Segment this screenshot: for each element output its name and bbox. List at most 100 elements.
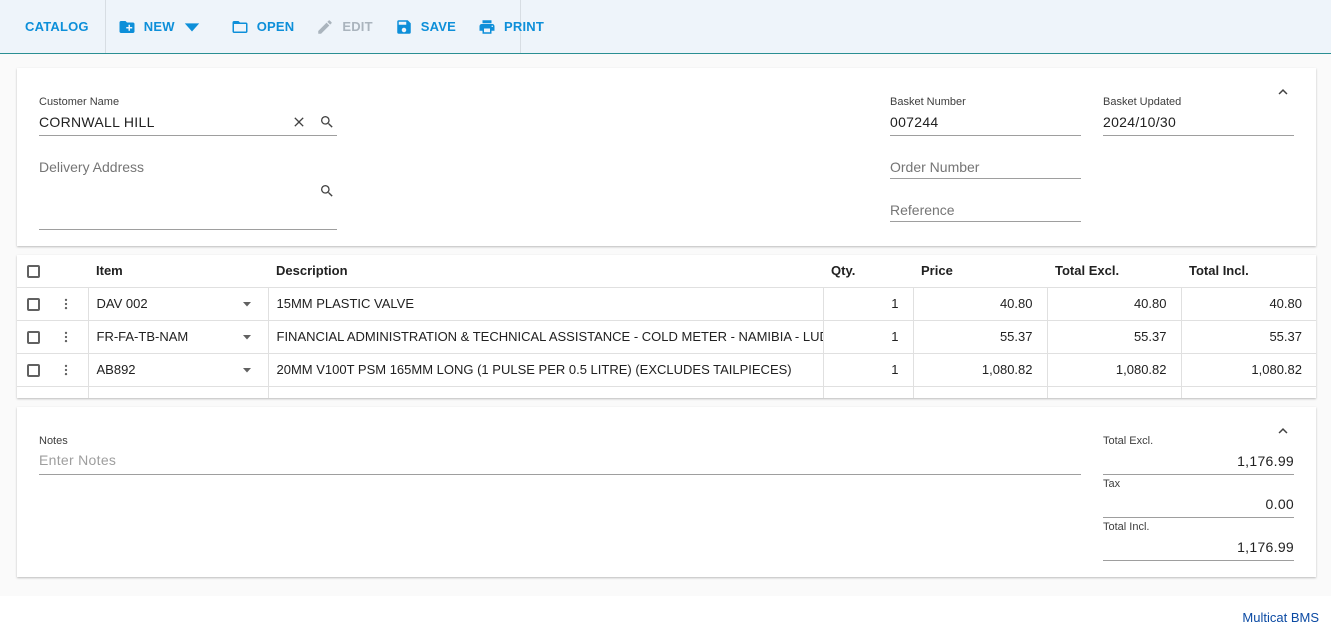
qty-header[interactable]: Qty. — [823, 255, 913, 288]
order-number-label: Order Number — [890, 159, 980, 175]
basket-updated-label: Basket Updated — [1103, 96, 1182, 108]
reference-field[interactable]: Reference — [890, 202, 1081, 222]
item-cell[interactable]: DAV 002 — [88, 287, 269, 321]
clear-icon[interactable] — [291, 114, 307, 130]
tax-underline — [1103, 517, 1294, 518]
total-incl-header[interactable]: Total Incl. — [1181, 255, 1316, 288]
chevron-up-icon[interactable] — [1274, 83, 1292, 101]
brand-label[interactable]: Multicat BMS — [1242, 610, 1319, 625]
row-menu-cell — [51, 353, 89, 387]
item-header[interactable]: Item — [88, 255, 268, 288]
dropdown-arrow-icon[interactable] — [242, 365, 252, 375]
print-button[interactable]: PRINT — [478, 18, 544, 36]
qty-cell[interactable]: 1 — [823, 353, 914, 387]
open-button[interactable]: OPEN — [231, 18, 295, 36]
save-icon — [397, 19, 411, 34]
price-cell[interactable]: 40.80 — [913, 287, 1048, 321]
search-icon[interactable] — [319, 114, 335, 130]
select-all-cell — [17, 255, 51, 288]
partial-cell — [1047, 386, 1182, 398]
delivery-address-label: Delivery Address — [39, 159, 145, 175]
total-incl-cell: 1,080.82 — [1181, 353, 1316, 387]
basket-number-underline — [890, 135, 1081, 136]
table-row[interactable]: FR-FA-TB-NAM FINANCIAL ADMINISTRATION & … — [17, 320, 1316, 354]
basket-updated-field[interactable]: Basket Updated 2024/10/30 — [1103, 96, 1294, 136]
row-select-cell — [17, 287, 51, 321]
table-row-partial — [17, 386, 1316, 398]
total-excl-header[interactable]: Total Excl. — [1047, 255, 1181, 288]
notes-underline — [39, 474, 1081, 475]
total-incl-cell: 55.37 — [1181, 320, 1316, 354]
more-vert-icon[interactable] — [59, 296, 73, 312]
item-cell[interactable]: AB892 — [88, 353, 269, 387]
notes-field[interactable]: Notes Enter Notes — [39, 435, 1081, 475]
basket-updated-value[interactable]: 2024/10/30 — [1103, 114, 1294, 130]
description-cell[interactable]: 15MM PLASTIC VALVE — [268, 287, 824, 321]
row-checkbox[interactable] — [27, 364, 40, 378]
row-menu-cell — [51, 320, 89, 354]
row-checkbox[interactable] — [27, 331, 40, 345]
total-incl-cell: 40.80 — [1181, 287, 1316, 321]
total-excl-field: Total Excl. 1,176.99 — [1103, 435, 1294, 475]
partial-cell — [823, 386, 914, 398]
chevron-down-icon[interactable] — [183, 18, 201, 36]
pencil-icon — [318, 19, 333, 34]
footer: Multicat BMS — [0, 596, 1331, 631]
printer-icon — [479, 19, 495, 34]
table-row[interactable]: AB892 20MM V100T PSM 165MM LONG (1 PULSE… — [17, 353, 1316, 387]
toolbar: CATALOG NEW OPEN EDIT SAVE PRINT — [0, 0, 1331, 54]
row-checkbox[interactable] — [27, 298, 40, 312]
catalog-button[interactable]: CATALOG — [25, 19, 89, 34]
partial-cell — [913, 386, 1048, 398]
tax-field: Tax 0.00 — [1103, 478, 1294, 518]
item-cell[interactable]: FR-FA-TB-NAM — [88, 320, 269, 354]
description-header[interactable]: Description — [268, 255, 823, 288]
qty-cell[interactable]: 1 — [823, 320, 914, 354]
total-incl-label: Total Incl. — [1103, 521, 1150, 533]
dropdown-arrow-icon[interactable] — [242, 332, 252, 342]
description-cell[interactable]: FINANCIAL ADMINISTRATION & TECHNICAL ASS… — [268, 320, 824, 354]
customer-name-field[interactable]: Customer Name CORNWALL HILL — [39, 96, 337, 136]
folder-icon — [232, 20, 248, 33]
total-excl-label: Total Excl. — [1103, 435, 1154, 447]
basket-number-value[interactable]: 007244 — [890, 114, 1081, 130]
total-excl-cell: 55.37 — [1047, 320, 1182, 354]
delivery-address-underline — [39, 229, 337, 230]
notes-label: Notes — [39, 435, 68, 447]
order-number-field[interactable]: Order Number — [890, 159, 1081, 179]
price-header[interactable]: Price — [913, 255, 1047, 288]
edit-button[interactable]: EDIT — [316, 18, 373, 36]
partial-cell — [88, 386, 269, 398]
line-items-table: Item Description Qty. Price Total Excl. … — [17, 255, 1316, 398]
table-row[interactable]: DAV 002 15MM PLASTIC VALVE 1 40.80 40.80… — [17, 287, 1316, 321]
price-cell[interactable]: 1,080.82 — [913, 353, 1048, 387]
qty-cell[interactable]: 1 — [823, 287, 914, 321]
total-incl-value: 1,176.99 — [1237, 539, 1294, 555]
tax-label: Tax — [1103, 478, 1121, 490]
item-code: AB892 — [96, 362, 136, 377]
more-vert-icon[interactable] — [59, 362, 73, 378]
new-label: NEW — [143, 19, 175, 34]
new-button[interactable]: NEW — [118, 18, 209, 36]
item-code: FR-FA-TB-NAM — [96, 329, 189, 344]
edit-label: EDIT — [342, 19, 373, 34]
new-document-icon — [119, 20, 135, 33]
open-label: OPEN — [256, 19, 295, 34]
basket-number-label: Basket Number — [890, 96, 966, 108]
dropdown-arrow-icon[interactable] — [242, 299, 252, 309]
search-icon[interactable] — [319, 183, 335, 199]
price-cell[interactable]: 55.37 — [913, 320, 1048, 354]
notes-input[interactable]: Enter Notes — [39, 452, 1081, 468]
delivery-address-field[interactable]: Delivery Address — [39, 159, 337, 231]
save-button[interactable]: SAVE — [395, 18, 456, 36]
row-menu-cell — [51, 287, 89, 321]
more-vert-icon[interactable] — [59, 329, 73, 345]
partial-cell — [268, 386, 824, 398]
basket-number-field[interactable]: Basket Number 007244 — [890, 96, 1081, 136]
toolbar-actions-group: NEW OPEN EDIT SAVE PRINT — [106, 0, 544, 53]
total-incl-field: Total Incl. 1,176.99 — [1103, 521, 1294, 561]
actions-header — [51, 255, 88, 288]
description-cell[interactable]: 20MM V100T PSM 165MM LONG (1 PULSE PER 0… — [268, 353, 824, 387]
select-all-checkbox[interactable] — [27, 265, 40, 279]
line-items-card: Item Description Qty. Price Total Excl. … — [17, 255, 1316, 398]
